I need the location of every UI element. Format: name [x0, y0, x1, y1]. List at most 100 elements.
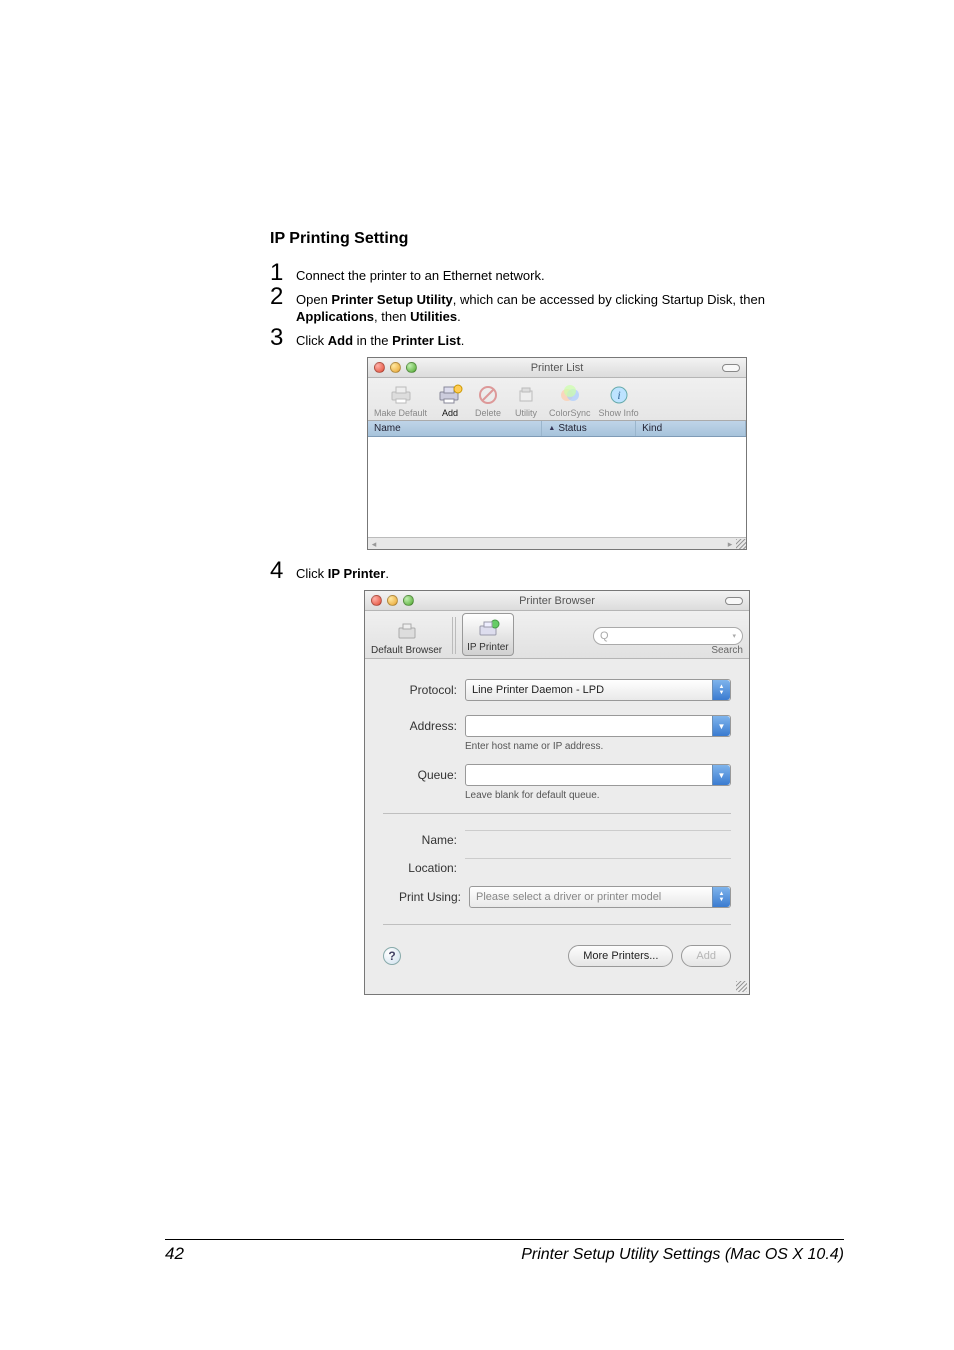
- address-hint: Enter host name or IP address.: [465, 741, 731, 752]
- b: IP Printer: [328, 566, 386, 581]
- t: Open: [296, 292, 331, 307]
- help-button[interactable]: ?: [383, 947, 401, 965]
- footer-title: Printer Setup Utility Settings (Mac OS X…: [521, 1246, 844, 1264]
- t: in the: [353, 333, 392, 348]
- step-number: 3: [270, 327, 296, 349]
- protocol-label: Protocol:: [383, 683, 457, 697]
- step-text: Click IP Printer.: [296, 560, 844, 582]
- name-label: Name:: [383, 833, 457, 847]
- show-info-button[interactable]: i Show Info: [599, 382, 639, 418]
- print-using-label: Print Using:: [383, 890, 461, 904]
- b: Add: [328, 333, 353, 348]
- divider: [383, 813, 731, 814]
- search-dropdown-icon: ▾: [732, 632, 736, 640]
- window-title: Printer Browser: [365, 595, 749, 607]
- list-footer: ◂ ▸: [368, 537, 746, 549]
- print-using-value: Please select a driver or printer model: [476, 891, 661, 903]
- label: Show Info: [599, 408, 639, 418]
- printer-browser-window: Printer Browser Default Browser IP Print…: [364, 590, 750, 995]
- printer-list-window: Printer List Make Default Add Delete: [367, 357, 747, 550]
- t: Click: [296, 333, 328, 348]
- section-heading: IP Printing Setting: [270, 230, 844, 248]
- print-using-select[interactable]: Please select a driver or printer model …: [469, 886, 731, 908]
- label: IP Printer: [467, 642, 509, 653]
- titlebar[interactable]: Printer Browser: [365, 591, 749, 611]
- sort-asc-icon: ▲: [548, 425, 555, 432]
- window-title: Printer List: [368, 362, 746, 374]
- dropdown-arrow-icon[interactable]: ▼: [712, 765, 730, 785]
- list-header[interactable]: Name ▲ Status Kind: [368, 421, 746, 437]
- default-browser-icon: [392, 619, 422, 645]
- b: Printer List: [392, 333, 461, 348]
- toolbar-grip-icon: [452, 617, 458, 654]
- divider: [383, 924, 731, 925]
- t: , then: [374, 309, 410, 324]
- step-4: 4 Click IP Printer.: [270, 560, 844, 582]
- step-number: 4: [270, 560, 296, 582]
- b: Applications: [296, 309, 374, 324]
- printer-icon: [386, 382, 416, 408]
- step-number: 1: [270, 262, 296, 284]
- ip-printer-icon: [473, 616, 503, 642]
- name-field: [465, 830, 731, 850]
- resize-handle-icon[interactable]: [736, 539, 746, 549]
- t: Click: [296, 566, 328, 581]
- b: Utilities: [410, 309, 457, 324]
- colorsync-icon: [555, 382, 585, 408]
- utility-button[interactable]: Utility: [511, 382, 541, 418]
- queue-hint: Leave blank for default queue.: [465, 790, 731, 801]
- queue-label: Queue:: [383, 768, 457, 782]
- select-arrows-icon: ▲▼: [712, 887, 730, 907]
- page-footer: 42 Printer Setup Utility Settings (Mac O…: [165, 1239, 844, 1264]
- search-input[interactable]: Q▾: [593, 627, 743, 645]
- b: Printer Setup Utility: [331, 292, 452, 307]
- search-icon: Q: [600, 630, 609, 642]
- label: Status: [558, 423, 586, 434]
- step-text: Connect the printer to an Ethernet netwo…: [296, 262, 844, 284]
- step-text: Open Printer Setup Utility, which can be…: [296, 286, 844, 325]
- browser-toolbar: Default Browser IP Printer Q▾ Search: [365, 611, 749, 659]
- location-label: Location:: [383, 861, 457, 875]
- select-arrows-icon: ▲▼: [712, 680, 730, 700]
- address-input[interactable]: ▼: [465, 715, 731, 737]
- delete-icon: [473, 382, 503, 408]
- step-1: 1 Connect the printer to an Ethernet net…: [270, 262, 844, 284]
- default-browser-tab[interactable]: Default Browser: [371, 619, 442, 656]
- delete-button[interactable]: Delete: [473, 382, 503, 418]
- queue-input[interactable]: ▼: [465, 764, 731, 786]
- step-text: Click Add in the Printer List.: [296, 327, 844, 349]
- more-printers-button[interactable]: More Printers...: [568, 945, 673, 967]
- address-label: Address:: [383, 719, 457, 733]
- scroll-left-icon[interactable]: ◂: [368, 538, 380, 549]
- scroll-right-icon[interactable]: ▸: [724, 538, 736, 549]
- t: .: [385, 566, 389, 581]
- add-button[interactable]: Add: [681, 945, 731, 967]
- printer-add-icon: [435, 382, 465, 408]
- step-3: 3 Click Add in the Printer List.: [270, 327, 844, 349]
- info-icon: i: [604, 382, 634, 408]
- label: Make Default: [374, 408, 427, 418]
- make-default-button[interactable]: Make Default: [374, 382, 427, 418]
- column-kind[interactable]: Kind: [636, 421, 746, 436]
- protocol-select[interactable]: Line Printer Daemon - LPD ▲▼: [465, 679, 731, 701]
- label: Default Browser: [371, 645, 442, 656]
- svg-text:i: i: [617, 388, 620, 402]
- location-field: [465, 858, 731, 878]
- toolbar: Make Default Add Delete Utility: [368, 378, 746, 421]
- resize-handle-icon[interactable]: [736, 981, 747, 992]
- dropdown-arrow-icon[interactable]: ▼: [712, 716, 730, 736]
- list-body[interactable]: [368, 437, 746, 537]
- label: Utility: [515, 408, 537, 418]
- page-number: 42: [165, 1244, 184, 1264]
- t: , which can be accessed by clicking Star…: [453, 292, 765, 307]
- utility-icon: [511, 382, 541, 408]
- add-button[interactable]: Add: [435, 382, 465, 418]
- ip-printer-tab[interactable]: IP Printer: [462, 613, 514, 656]
- colorsync-button[interactable]: ColorSync: [549, 382, 591, 418]
- step-number: 2: [270, 286, 296, 308]
- titlebar[interactable]: Printer List: [368, 358, 746, 378]
- column-status[interactable]: ▲ Status: [542, 421, 636, 436]
- column-name[interactable]: Name: [368, 421, 542, 436]
- search-label: Search: [711, 645, 743, 656]
- t: .: [457, 309, 461, 324]
